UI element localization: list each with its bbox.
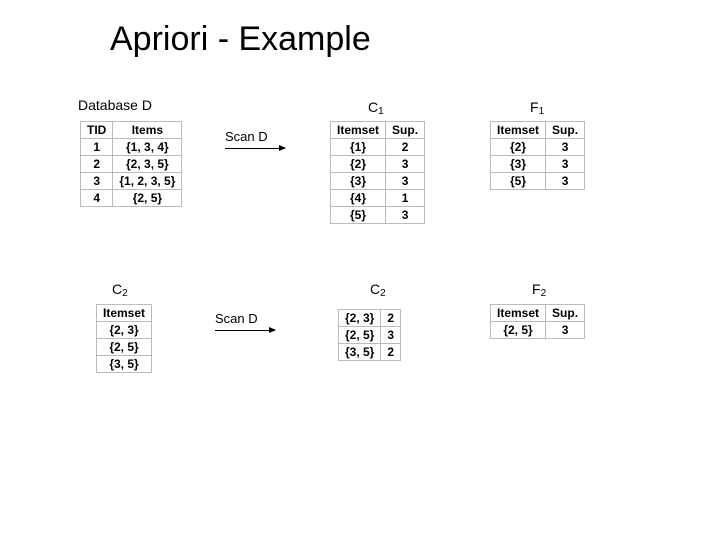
label-c1: C1 [368, 99, 384, 115]
page-title: Apriori - Example [0, 0, 720, 59]
arrow-scan-d-2: Scan D [215, 311, 275, 331]
table-row: {3}3 [491, 156, 585, 173]
table-row: {2, 5}3 [339, 327, 401, 344]
table-row: 4{2, 5} [81, 190, 182, 207]
table-c1: ItemsetSup. {1}2 {2}3 {3}3 {4}1 {5}3 [330, 121, 425, 224]
label-f2: F2 [532, 281, 546, 297]
table-row: 2{2, 3, 5} [81, 156, 182, 173]
table-row: {5}3 [491, 173, 585, 190]
table-row: {2, 3}2 [339, 310, 401, 327]
table-database-d: TIDItems 1{1, 3, 4} 2{2, 3, 5} 3{1, 2, 3… [80, 121, 182, 207]
label-database-d: Database D [78, 97, 152, 113]
table-row: {2, 5} [97, 339, 152, 356]
table-row: 3{1, 2, 3, 5} [81, 173, 182, 190]
diagram-stage: Database D C1 F1 TIDItems 1{1, 3, 4} 2{2… [0, 59, 720, 539]
table-row: {3, 5}2 [339, 344, 401, 361]
table-row: {2}3 [331, 156, 425, 173]
table-row: {4}1 [331, 190, 425, 207]
arrow-icon [225, 148, 285, 149]
table-c2-mid: {2, 3}2 {2, 5}3 {3, 5}2 [338, 309, 401, 361]
table-row: 1{1, 3, 4} [81, 139, 182, 156]
table-c2-left: Itemset {2, 3} {2, 5} {3, 5} [96, 304, 152, 373]
table-f1: ItemsetSup. {2}3 {3}3 {5}3 [490, 121, 585, 190]
table-row: {3, 5} [97, 356, 152, 373]
table-f2: ItemsetSup. {2, 5}3 [490, 304, 585, 339]
table-row: {2}3 [491, 139, 585, 156]
table-row: {3}3 [331, 173, 425, 190]
label-f1: F1 [530, 99, 544, 115]
arrow-label: Scan D [225, 129, 285, 144]
arrow-label: Scan D [215, 311, 275, 326]
arrow-icon [215, 330, 275, 331]
label-c2-mid: C2 [370, 281, 386, 297]
table-row: {2, 3} [97, 322, 152, 339]
table-row: {1}2 [331, 139, 425, 156]
table-row: {5}3 [331, 207, 425, 224]
arrow-scan-d-1: Scan D [225, 129, 285, 149]
label-c2-left: C2 [112, 281, 128, 297]
table-row: {2, 5}3 [491, 322, 585, 339]
